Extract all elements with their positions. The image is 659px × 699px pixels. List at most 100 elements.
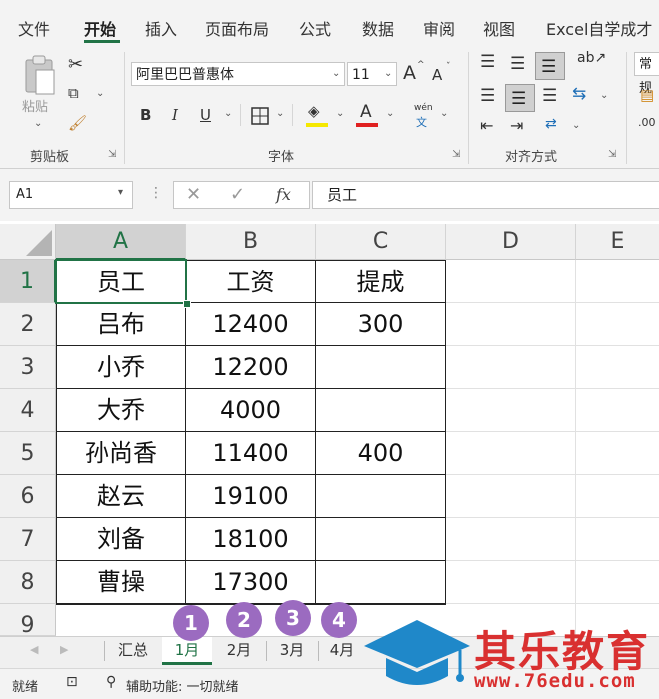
row-header-3[interactable]: 3: [0, 346, 56, 389]
cut-icon[interactable]: ✂: [68, 54, 83, 75]
cell-c8[interactable]: [316, 561, 446, 604]
cell-a8[interactable]: 曹操: [56, 561, 186, 604]
select-all-corner[interactable]: [0, 224, 56, 260]
sheet-tab-feb[interactable]: 2月: [214, 637, 264, 665]
merge-dropdown-icon[interactable]: ⌄: [600, 90, 608, 101]
phonetic-top[interactable]: wén: [414, 103, 433, 113]
font-color-button[interactable]: A: [360, 102, 372, 122]
text-direction-icon[interactable]: ⇄: [545, 116, 557, 132]
empty-cells[interactable]: [446, 260, 659, 636]
format-painter-icon[interactable]: 🖌: [68, 114, 87, 132]
italic-button[interactable]: I: [172, 106, 178, 124]
font-launcher-icon[interactable]: ⇲: [452, 149, 460, 160]
column-header-e[interactable]: E: [576, 224, 659, 260]
cell-b1[interactable]: 工资: [186, 260, 316, 303]
decrease-font-button[interactable]: A: [432, 66, 442, 84]
alignment-launcher-icon[interactable]: ⇲: [608, 149, 616, 160]
name-box-dropdown-icon[interactable]: ▾: [118, 187, 123, 198]
cell-b5[interactable]: 11400: [186, 432, 316, 475]
phonetic-dropdown-icon[interactable]: ⌄: [440, 108, 448, 119]
underline-button[interactable]: U: [200, 106, 211, 124]
status-accessibility[interactable]: 辅助功能: 一切就绪: [126, 676, 239, 695]
borders-icon[interactable]: [250, 106, 270, 126]
column-header-c[interactable]: C: [316, 224, 446, 260]
cell-c5[interactable]: 400: [316, 432, 446, 475]
cell-a3[interactable]: 小乔: [56, 346, 186, 389]
align-left-icon[interactable]: ☰: [480, 86, 495, 106]
next-sheet-icon[interactable]: ▶: [60, 643, 68, 656]
name-box[interactable]: A1: [9, 181, 133, 209]
formula-input[interactable]: 员工: [312, 181, 659, 209]
row-header-2[interactable]: 2: [0, 303, 56, 346]
row-header-5[interactable]: 5: [0, 432, 56, 475]
column-header-a[interactable]: A: [56, 224, 186, 260]
decrease-indent-icon[interactable]: ⇤: [480, 116, 493, 135]
row-header-7[interactable]: 7: [0, 518, 56, 561]
bold-button[interactable]: B: [140, 106, 151, 124]
font-name-select[interactable]: 阿里巴巴普惠体: [131, 62, 345, 86]
cell-a6[interactable]: 赵云: [56, 475, 186, 518]
wrap-text-icon[interactable]: ⇆: [572, 84, 586, 104]
tab-data[interactable]: 数据: [362, 16, 394, 40]
clipboard-launcher-icon[interactable]: ⇲: [108, 149, 116, 160]
prev-sheet-icon[interactable]: ◀: [30, 643, 38, 656]
align-top-icon[interactable]: ☰: [480, 52, 495, 72]
currency-icon[interactable]: ▤: [640, 86, 654, 104]
cell-b6[interactable]: 19100: [186, 475, 316, 518]
increase-font-button[interactable]: A: [403, 62, 416, 84]
align-right-icon[interactable]: ☰: [542, 86, 557, 106]
column-header-b[interactable]: B: [186, 224, 316, 260]
cell-b4[interactable]: 4000: [186, 389, 316, 432]
tab-page-layout[interactable]: 页面布局: [205, 16, 269, 40]
phonetic-guide-icon[interactable]: 文: [416, 114, 427, 130]
insert-function-button[interactable]: fx: [276, 185, 291, 204]
cell-b2[interactable]: 12400: [186, 303, 316, 346]
tab-review[interactable]: 审阅: [423, 16, 455, 40]
row-header-4[interactable]: 4: [0, 389, 56, 432]
tab-view[interactable]: 视图: [483, 16, 515, 40]
fill-handle[interactable]: [183, 300, 191, 308]
increase-indent-icon[interactable]: ⇥: [510, 116, 523, 135]
confirm-entry-icon[interactable]: ✓: [230, 184, 245, 205]
increase-decimal-icon[interactable]: .00: [638, 116, 656, 129]
number-format-select[interactable]: 常规: [634, 52, 659, 96]
cell-a7[interactable]: 刘备: [56, 518, 186, 561]
cancel-entry-icon[interactable]: ✕: [186, 184, 201, 205]
cell-a5[interactable]: 孙尚香: [56, 432, 186, 475]
sheet-tab-apr[interactable]: 4月: [319, 637, 365, 665]
tab-formulas[interactable]: 公式: [299, 16, 331, 40]
tab-excel-zixue[interactable]: Excel自学成才: [546, 16, 652, 40]
cell-c7[interactable]: [316, 518, 446, 561]
tab-insert[interactable]: 插入: [145, 16, 177, 40]
row-header-8[interactable]: 8: [0, 561, 56, 604]
paste-dropdown-icon[interactable]: ⌄: [34, 118, 42, 129]
fill-color-dropdown-icon[interactable]: ⌄: [336, 108, 344, 119]
sheet-tab-jan[interactable]: 1月: [162, 637, 212, 665]
copy-icon[interactable]: ⧉: [68, 84, 79, 102]
borders-dropdown-icon[interactable]: ⌄: [276, 108, 284, 119]
cell-b8[interactable]: 17300: [186, 561, 316, 604]
fill-color-icon[interactable]: ◈: [308, 102, 320, 120]
column-header-d[interactable]: D: [446, 224, 576, 260]
cell-a2[interactable]: 吕布: [56, 303, 186, 346]
font-size-dropdown-icon[interactable]: ⌄: [384, 68, 392, 79]
paste-button[interactable]: [22, 54, 58, 98]
macro-record-icon[interactable]: ⊡: [66, 674, 78, 690]
sheet-tab-mar[interactable]: 3月: [267, 637, 317, 665]
align-middle-icon[interactable]: ☰: [510, 54, 525, 74]
cell-c6[interactable]: [316, 475, 446, 518]
cell-c4[interactable]: [316, 389, 446, 432]
copy-dropdown-icon[interactable]: ⌄: [96, 88, 104, 99]
tab-file[interactable]: 文件: [18, 16, 50, 40]
row-header-1[interactable]: 1: [0, 260, 56, 303]
font-name-dropdown-icon[interactable]: ⌄: [332, 68, 340, 79]
align-center-button[interactable]: ☰: [505, 84, 535, 112]
tab-home[interactable]: 开始: [84, 16, 116, 40]
underline-dropdown-icon[interactable]: ⌄: [224, 108, 232, 119]
row-header-6[interactable]: 6: [0, 475, 56, 518]
cell-c2[interactable]: 300: [316, 303, 446, 346]
cell-b7[interactable]: 18100: [186, 518, 316, 561]
cell-c1[interactable]: 提成: [316, 260, 446, 303]
font-color-dropdown-icon[interactable]: ⌄: [386, 108, 394, 119]
cell-c3[interactable]: [316, 346, 446, 389]
